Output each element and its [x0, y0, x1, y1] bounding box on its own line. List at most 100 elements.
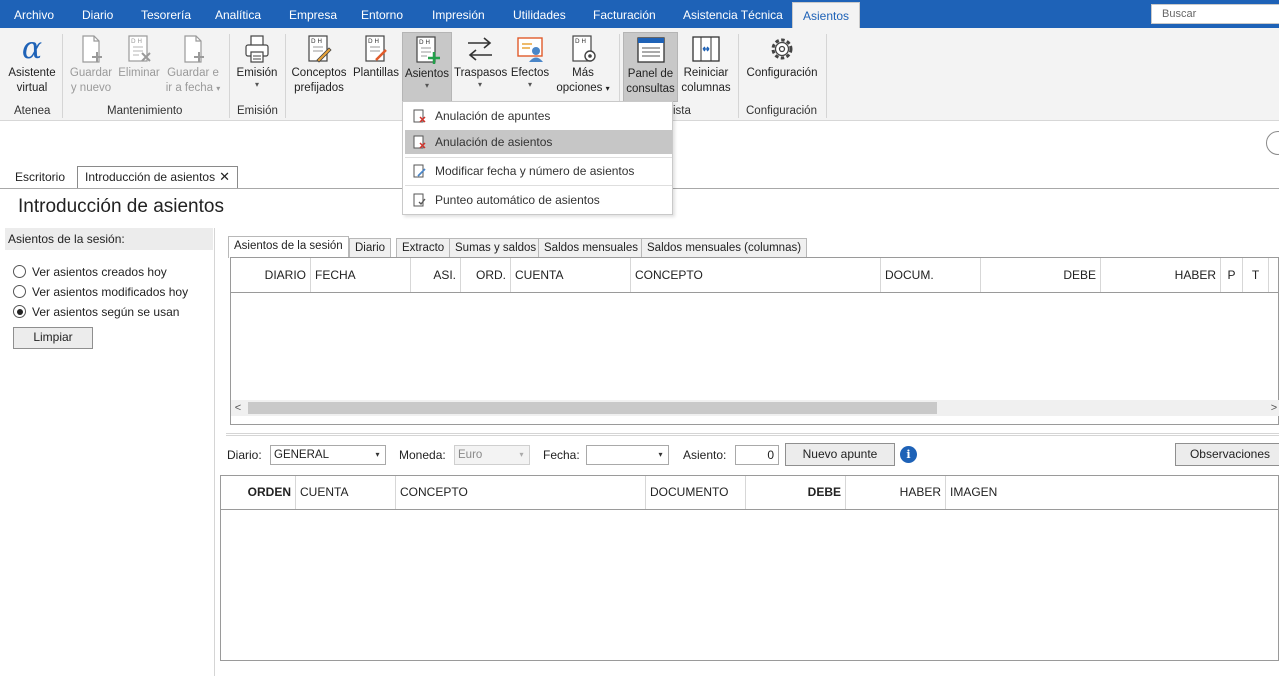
chevron-down-icon[interactable]: ▾ [653, 446, 668, 464]
radio-button[interactable] [13, 285, 26, 298]
menu-item-anulacion-asientos[interactable]: Anulación de asientos [405, 130, 672, 154]
scroll-left-icon[interactable]: < [231, 400, 245, 416]
menu-item-punteo-automatico[interactable]: Punteo automático de asientos [405, 188, 672, 212]
menu-impresion[interactable]: Impresión [424, 0, 493, 28]
group-emision-label: Emisión [237, 105, 278, 117]
nuevo-apunte-button[interactable]: Nuevo apunte [785, 443, 895, 466]
menu-utilidades[interactable]: Utilidades [505, 0, 574, 28]
column-header-imagen[interactable]: IMAGEN [946, 476, 1096, 509]
document-add-icon [184, 35, 204, 63]
asiento-label: Asiento: [683, 448, 727, 462]
svg-text:D H: D H [368, 38, 379, 45]
menu-separator [405, 157, 672, 158]
column-header-asi[interactable]: ASI. [411, 258, 461, 292]
radio-creados-hoy[interactable]: Ver asientos creados hoy [13, 264, 167, 280]
radio-button[interactable] [13, 265, 26, 278]
document-check-icon [413, 193, 426, 207]
asistente-virtual-button[interactable]: α Asistente virtual [4, 32, 60, 102]
guardar-nuevo-button[interactable]: Guardar y nuevo [68, 32, 114, 102]
menu-entorno[interactable]: Entorno [353, 0, 411, 28]
tab-sumas-saldos[interactable]: Sumas y saldos [449, 238, 543, 257]
search-input[interactable]: Buscar [1151, 4, 1279, 24]
column-header-fecha[interactable]: FECHA [311, 258, 411, 292]
column-header-ord[interactable]: ORD. [461, 258, 511, 292]
column-header-diario[interactable]: DIARIO [231, 258, 311, 292]
asiento-number-input[interactable]: 0 [735, 445, 779, 465]
menu-tesoreria[interactable]: Tesorería [133, 0, 199, 28]
asientos-grid[interactable]: DIARIO FECHA ASI. ORD. CUENTA CONCEPTO D… [230, 257, 1279, 425]
tab-escritorio[interactable]: Escritorio [7, 166, 73, 188]
radio-segun-se-usan[interactable]: Ver asientos según se usan [13, 304, 179, 320]
menu-diario[interactable]: Diario [74, 0, 121, 28]
menu-item-modificar-fecha[interactable]: Modificar fecha y número de asientos [405, 159, 672, 183]
traspasos-button[interactable]: Traspasos ▾ [454, 32, 507, 102]
mas-opciones-label-1: Más [572, 67, 594, 79]
scroll-ribbon-button[interactable] [1266, 131, 1279, 155]
tab-introduccion-asientos[interactable]: Introducción de asientos ✕ [77, 166, 238, 189]
tab-saldos-mensuales[interactable]: Saldos mensuales [538, 238, 644, 257]
panel-consultas-button[interactable]: Panel de consultas [623, 32, 678, 102]
radio-modificados-hoy[interactable]: Ver asientos modificados hoy [13, 284, 188, 300]
eliminar-button[interactable]: D H Eliminar [116, 32, 162, 102]
radio-label: Ver asientos según se usan [32, 305, 180, 319]
menu-asistencia-tecnica[interactable]: Asistencia Técnica [675, 0, 791, 28]
panel-label-2: consultas [626, 83, 675, 95]
horizontal-scrollbar[interactable]: < > [231, 400, 1279, 416]
tab-saldos-mensuales-columnas[interactable]: Saldos mensuales (columnas) [641, 238, 808, 257]
column-header-concepto[interactable]: CONCEPTO [631, 258, 881, 292]
column-header-haber[interactable]: HABER [846, 476, 946, 509]
guardar-nuevo-label-1: Guardar [69, 67, 113, 79]
menu-analitica[interactable]: Analítica [207, 0, 269, 28]
fecha-date-picker[interactable]: ▾ [586, 445, 669, 465]
observaciones-button[interactable]: Observaciones [1175, 443, 1279, 466]
moneda-select[interactable]: Euro ▾ [454, 445, 530, 465]
menu-empresa[interactable]: Empresa [281, 0, 345, 28]
guardar-ir-fecha-button[interactable]: Guardar e ir a fecha ▾ [164, 32, 222, 102]
apuntes-grid[interactable]: ORDEN CUENTA CONCEPTO DOCUMENTO DEBE HAB… [220, 475, 1279, 661]
column-header-cuenta[interactable]: CUENTA [511, 258, 631, 292]
column-header-debe[interactable]: DEBE [981, 258, 1101, 292]
column-header-debe[interactable]: DEBE [746, 476, 846, 509]
chevron-down-icon[interactable]: ▾ [514, 446, 529, 464]
mas-opciones-button[interactable]: D H Más opciones ▾ [553, 32, 613, 102]
chevron-down-icon[interactable]: ▾ [370, 446, 385, 464]
scroll-right-icon[interactable]: > [1267, 400, 1279, 416]
reiniciar-columnas-button[interactable]: Reiniciar columnas [680, 32, 732, 102]
tab-extracto[interactable]: Extracto [396, 238, 451, 257]
menu-archivo[interactable]: Archivo [6, 0, 62, 28]
close-icon[interactable]: ✕ [219, 169, 230, 184]
column-header-docum[interactable]: DOCUM. [881, 258, 981, 292]
column-header-orden[interactable]: ORDEN [221, 476, 296, 509]
panel-window-icon [636, 37, 665, 63]
splitter[interactable] [226, 433, 1279, 436]
column-header-haber[interactable]: HABER [1101, 258, 1221, 292]
plantillas-button[interactable]: D H Plantillas [351, 32, 401, 102]
column-header-cuenta[interactable]: CUENTA [296, 476, 396, 509]
conceptos-label-1: Conceptos [291, 67, 347, 79]
conceptos-prefijados-button[interactable]: D H Conceptos prefijados [290, 32, 348, 102]
menu-item-anulacion-apuntes[interactable]: Anulación de apuntes [405, 104, 672, 128]
menu-item-label: Anulación de asientos [435, 135, 553, 149]
menu-item-label: Modificar fecha y número de asientos [435, 164, 635, 178]
info-icon[interactable]: i [900, 446, 917, 463]
menu-asientos[interactable]: Asientos [792, 2, 860, 28]
menu-facturacion[interactable]: Facturación [585, 0, 664, 28]
tab-asientos-sesion[interactable]: Asientos de la sesión [228, 236, 349, 258]
mas-opciones-label-2: opciones ▾ [556, 82, 610, 94]
asientos-button[interactable]: D H Asientos ▾ [402, 32, 452, 104]
emision-button[interactable]: Emisión ▾ [233, 32, 281, 102]
asistente-label-2: virtual [16, 82, 48, 94]
efectos-button[interactable]: Efectos ▾ [508, 32, 552, 102]
scrollbar-thumb[interactable] [248, 402, 937, 414]
column-header-concepto[interactable]: CONCEPTO [396, 476, 646, 509]
configuracion-button[interactable]: Configuración [743, 32, 821, 102]
column-header-documento[interactable]: DOCUMENTO [646, 476, 746, 509]
tab-diario[interactable]: Diario [349, 238, 392, 257]
grid-header-line [231, 292, 1278, 293]
moneda-value: Euro [458, 449, 483, 461]
column-header-p[interactable]: P [1221, 258, 1243, 292]
column-header-t[interactable]: T [1243, 258, 1269, 292]
limpiar-button[interactable]: Limpiar [13, 327, 93, 349]
diario-select[interactable]: GENERAL ▾ [270, 445, 386, 465]
radio-button-checked[interactable] [13, 305, 26, 318]
